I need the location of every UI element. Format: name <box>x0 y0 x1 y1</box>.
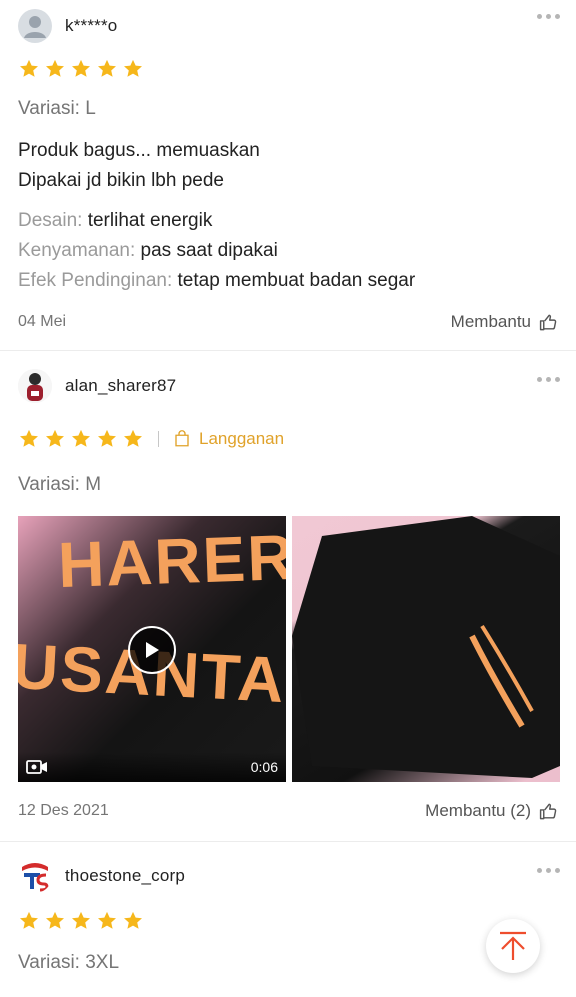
review-footer: 04 Mei Membantu <box>18 312 558 332</box>
rating-stars <box>18 910 558 932</box>
attribute-comfort: Kenyamanan: pas saat dipakai <box>18 236 558 266</box>
star-icon <box>124 429 142 447</box>
rating-stars <box>18 58 558 80</box>
avatar[interactable] <box>18 859 52 893</box>
helpful-label: Membantu <box>450 312 531 331</box>
avatar[interactable] <box>18 369 52 403</box>
star-icon <box>46 429 64 447</box>
review-footer: 12 Des 2021 Membantu (2) <box>18 801 558 821</box>
video-duration: 0:06 <box>250 759 278 775</box>
subscription-badge: Langganan <box>173 429 284 449</box>
username[interactable]: thoestone_corp <box>65 866 185 886</box>
review-date: 12 Des 2021 <box>18 802 109 819</box>
more-options-icon[interactable] <box>537 377 560 382</box>
rating-stars <box>18 428 144 450</box>
star-icon <box>98 429 116 447</box>
thumbs-up-icon <box>539 803 557 819</box>
play-icon[interactable] <box>128 626 176 674</box>
star-icon <box>46 911 64 929</box>
attribute-value: pas saat dipakai <box>140 240 278 261</box>
back-to-top-button[interactable] <box>486 919 540 973</box>
rating-row: Langganan <box>18 428 558 450</box>
star-icon <box>98 911 116 929</box>
variation-label: Variasi: 3XL <box>18 952 120 973</box>
shirt-photo-graphic <box>292 516 560 778</box>
shopping-bag-icon <box>175 430 189 447</box>
attribute-key: Kenyamanan: <box>18 240 136 261</box>
helpful-button[interactable]: Membantu <box>451 312 558 332</box>
user-icon <box>24 16 46 38</box>
avatar-image <box>18 369 52 403</box>
avatar[interactable] <box>18 9 52 43</box>
review-text: Produk bagus... memuaskan Dipakai jd bik… <box>18 136 558 196</box>
review-card: k*****o Variasi: L Produk bagus... memua… <box>0 0 576 350</box>
shirt-print-graphic: HARER <box>56 520 286 602</box>
arrow-up-icon <box>500 931 526 960</box>
star-icon <box>20 59 38 77</box>
star-icon <box>20 429 38 447</box>
attribute-key: Desain: <box>18 210 83 231</box>
more-options-icon[interactable] <box>537 868 560 873</box>
star-icon <box>98 59 116 77</box>
helpful-label: Membantu (2) <box>425 801 531 820</box>
star-icon <box>72 911 90 929</box>
username[interactable]: k*****o <box>65 16 117 36</box>
star-icon <box>20 911 38 929</box>
attribute-cooling: Efek Pendinginan: tetap membuat badan se… <box>18 266 558 296</box>
star-icon <box>124 911 142 929</box>
review-header: k*****o <box>18 0 560 48</box>
video-info-bar: 0:06 <box>18 752 286 782</box>
review-text-line: Dipakai jd bikin lbh pede <box>18 170 224 191</box>
review-text-line: Produk bagus... memuaskan <box>18 140 260 161</box>
review-card: thoestone_corp Variasi: 3XL <box>0 842 576 997</box>
company-logo <box>22 863 49 892</box>
star-icon <box>72 429 90 447</box>
divider <box>158 431 159 447</box>
attribute-design: Desain: terlihat energik <box>18 206 558 236</box>
review-header: alan_sharer87 <box>18 351 560 407</box>
review-media: HARER USANTA 0:06 <box>18 516 560 782</box>
video-camera-icon <box>26 760 47 774</box>
star-icon <box>46 59 64 77</box>
thumbs-up-icon <box>539 314 557 330</box>
attribute-value: terlihat energik <box>87 210 213 231</box>
star-icon <box>124 59 142 77</box>
variation-label: Variasi: L <box>18 98 96 119</box>
reviews-page: k*****o Variasi: L Produk bagus... memua… <box>0 0 576 997</box>
more-options-icon[interactable] <box>537 14 560 19</box>
attribute-value: tetap membuat badan segar <box>177 270 416 291</box>
attribute-key: Efek Pendinginan: <box>18 270 173 291</box>
helpful-button[interactable]: Membantu (2) <box>425 801 558 821</box>
badge-label: Langganan <box>199 429 285 448</box>
review-date: 04 Mei <box>18 313 67 330</box>
review-header: thoestone_corp <box>18 842 560 898</box>
username[interactable]: alan_sharer87 <box>65 376 176 396</box>
review-attributes: Desain: terlihat energik Kenyamanan: pas… <box>18 206 558 296</box>
review-photo-thumbnail[interactable] <box>292 516 560 782</box>
review-card: alan_sharer87 Langganan Variasi: M HARER… <box>0 351 576 841</box>
star-icon <box>72 59 90 77</box>
variation-label: Variasi: M <box>18 474 102 495</box>
review-video-thumbnail[interactable]: HARER USANTA 0:06 <box>18 516 286 782</box>
